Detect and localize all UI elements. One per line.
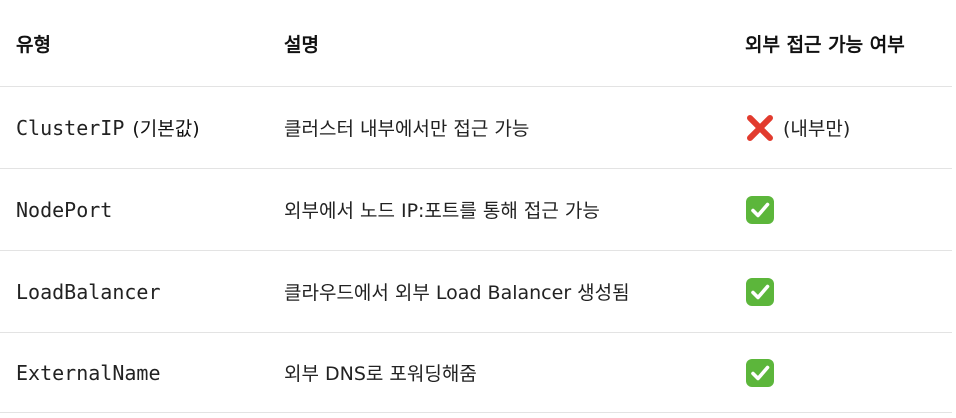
default-tag: (기본값)	[132, 118, 200, 140]
access-cell	[745, 251, 775, 332]
cross-mark-icon	[745, 113, 775, 143]
access-cell	[745, 169, 775, 250]
table-row: ClusterIP (기본값) 클러스터 내부에서만 접근 가능 (내부만)	[0, 87, 952, 169]
table-row: ExternalName 외부 DNS로 포워딩해줌	[0, 333, 952, 413]
type-name: ExternalName	[16, 360, 161, 385]
description-cell: 외부 DNS로 포워딩해줌	[284, 363, 477, 385]
table-row: LoadBalancer 클라우드에서 외부 Load Balancer 생성됨	[0, 251, 952, 333]
access-note: (내부만)	[783, 118, 851, 140]
check-mark-icon	[745, 277, 775, 307]
check-mark-icon	[745, 358, 775, 388]
type-name: NodePort	[16, 197, 113, 222]
type-name: LoadBalancer	[16, 279, 161, 304]
type-cell: ExternalName	[16, 333, 161, 412]
type-name: ClusterIP	[16, 115, 125, 140]
description-cell: 외부에서 노드 IP:포트를 통해 접근 가능	[284, 200, 600, 222]
type-cell: ClusterIP (기본값)	[16, 87, 200, 168]
table-row: NodePort 외부에서 노드 IP:포트를 통해 접근 가능	[0, 169, 952, 251]
header-type: 유형	[16, 33, 51, 56]
description-cell: 클라우드에서 외부 Load Balancer 생성됨	[284, 282, 630, 304]
type-cell: NodePort	[16, 169, 112, 250]
header-description: 설명	[284, 33, 319, 56]
access-cell: (내부만)	[745, 87, 850, 168]
access-cell	[745, 333, 775, 412]
type-cell: LoadBalancer	[16, 251, 161, 332]
service-types-table: 유형 설명 외부 접근 가능 여부 ClusterIP (기본값) 클러스터 내…	[0, 0, 956, 418]
description-cell: 클러스터 내부에서만 접근 가능	[284, 118, 530, 140]
header-external-access: 외부 접근 가능 여부	[745, 33, 905, 56]
table-header-row: 유형 설명 외부 접근 가능 여부	[0, 0, 952, 87]
check-mark-icon	[745, 195, 775, 225]
